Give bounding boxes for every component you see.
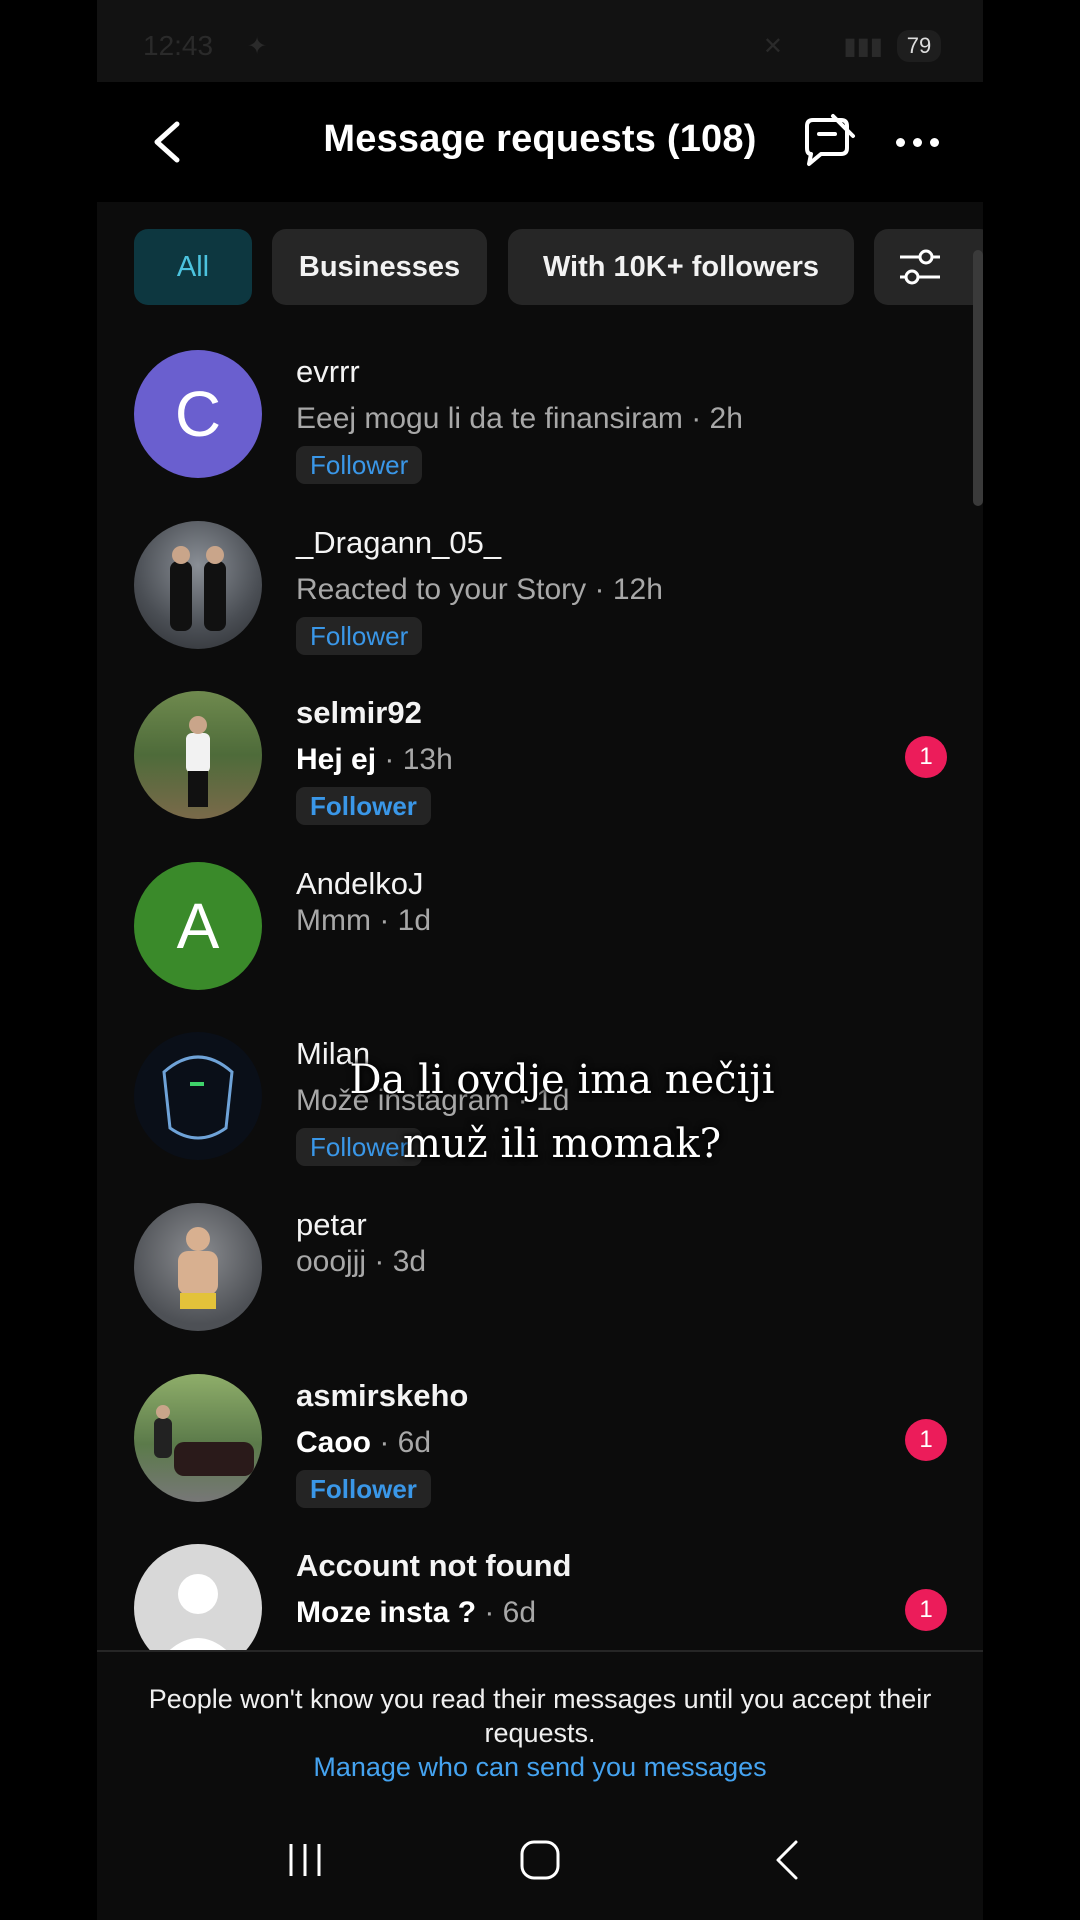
avatar[interactable] <box>134 1544 262 1650</box>
request-row[interactable]: selmir92 Hej ej · 13h Follower 1 <box>97 685 983 855</box>
system-back-button[interactable] <box>757 1830 817 1890</box>
message-time: · 13h <box>384 743 453 776</box>
avatar-photo-icon <box>178 1227 218 1309</box>
avatar[interactable]: C <box>134 350 262 478</box>
battery-indicator: 79 <box>897 30 941 62</box>
username: selmir92 <box>296 695 422 730</box>
filter-bar: All Businesses With 10K+ followers <box>97 202 983 328</box>
username: asmirskeho <box>296 1378 469 1413</box>
avatar-photo-icon <box>186 716 210 807</box>
avatar-photo-icon <box>170 546 226 631</box>
message-text: Caoo <box>296 1426 371 1459</box>
requests-footer: People won't know you read their message… <box>97 1650 983 1800</box>
filter-settings-button[interactable] <box>874 229 983 305</box>
username: petar <box>296 1207 367 1242</box>
message-text: Mmm <box>296 904 371 937</box>
message-preview: Eeej mogu li da te finansiram · 2h <box>296 402 743 436</box>
more-options-button[interactable] <box>887 112 947 172</box>
username: evrrr <box>296 354 360 389</box>
home-button[interactable] <box>510 1830 570 1890</box>
message-preview: Mmm · 1d <box>296 904 431 938</box>
message-preview: Hej ej · 13h <box>296 743 453 777</box>
message-preview: Reacted to your Story · 12h <box>296 573 663 607</box>
message-text: Reacted to your Story <box>296 573 587 606</box>
message-time: · 3d <box>374 1245 427 1278</box>
message-time: · 1d <box>379 904 432 937</box>
back-arrow-icon <box>776 1840 798 1880</box>
mute-icon: ✕ <box>762 33 783 60</box>
message-time: · 2h <box>691 402 743 435</box>
avatar[interactable] <box>134 691 262 819</box>
request-row[interactable]: C evrrr Eeej mogu li da te finansiram · … <box>97 344 983 514</box>
unread-count-badge: 1 <box>905 736 947 778</box>
phone-screen: 12:43 ✦ ✕ ▮▮▮ 79 Message requests (108) … <box>97 0 983 1920</box>
signal-icon: ▮▮▮ <box>843 33 883 60</box>
unread-count-badge: 1 <box>905 1419 947 1461</box>
request-row[interactable]: _Dragann_05_ Reacted to your Story · 12h… <box>97 515 983 685</box>
follower-badge: Follower <box>296 787 431 825</box>
system-navigation-bar <box>97 1800 983 1920</box>
message-time: · 6d <box>484 1596 537 1629</box>
unread-count-badge: 1 <box>905 1589 947 1631</box>
message-time: · 6d <box>379 1426 432 1459</box>
message-preview: Caoo · 6d <box>296 1426 431 1460</box>
username: Account not found <box>296 1548 572 1583</box>
follower-badge: Follower <box>296 1470 431 1508</box>
home-icon <box>520 1840 560 1880</box>
avatar[interactable] <box>134 521 262 649</box>
message-preview: Moze insta ? · 6d <box>296 1596 536 1630</box>
request-row[interactable]: petar ooojjj · 3d <box>97 1197 983 1367</box>
message-text: Moze insta ? <box>296 1596 477 1629</box>
message-request-list: C evrrr Eeej mogu li da te finansiram · … <box>97 344 983 1650</box>
avatar[interactable] <box>134 1203 262 1331</box>
top-app-bar: Message requests (108) <box>97 82 983 202</box>
chat-controls-button[interactable] <box>797 112 857 172</box>
chat-bubble-off-icon <box>805 114 855 166</box>
more-dot-icon <box>929 137 939 147</box>
request-row[interactable]: A AndelkoJ Mmm · 1d <box>97 856 983 1026</box>
status-bar: 12:43 ✦ ✕ ▮▮▮ 79 <box>97 0 983 82</box>
avatar[interactable] <box>134 1032 262 1160</box>
recents-icon <box>289 1844 321 1876</box>
request-row[interactable]: asmirskeho Caoo · 6d Follower 1 <box>97 1368 983 1538</box>
manage-messages-link[interactable]: Manage who can send you messages <box>97 1752 983 1783</box>
avatar-photo-icon <box>162 1055 234 1140</box>
username: _Dragann_05_ <box>296 525 502 560</box>
avatar[interactable]: A <box>134 862 262 990</box>
username: AndelkoJ <box>296 866 424 901</box>
more-dot-icon <box>912 137 922 147</box>
message-preview: ooojjj · 3d <box>296 1245 426 1279</box>
video-caption-overlay: Da li ovdje ima nečiji muž ili momak? <box>349 1057 775 1167</box>
recent-apps-button[interactable] <box>275 1830 335 1890</box>
follower-badge: Follower <box>296 446 423 484</box>
filter-chip-all[interactable]: All <box>134 229 252 305</box>
message-time: · 12h <box>594 573 663 606</box>
message-text: Hej ej <box>296 743 377 776</box>
more-dot-icon <box>895 137 905 147</box>
notification-icon: ✦ <box>247 33 268 60</box>
filter-chip-10k-followers[interactable]: With 10K+ followers <box>508 229 854 305</box>
avatar[interactable] <box>134 1374 262 1502</box>
filter-chip-businesses[interactable]: Businesses <box>272 229 487 305</box>
sliders-icon <box>900 249 940 285</box>
status-time: 12:43 <box>143 30 214 61</box>
default-user-icon <box>169 1574 227 1650</box>
message-text: ooojjj <box>296 1245 367 1278</box>
follower-badge: Follower <box>296 617 423 655</box>
avatar-photo-icon <box>154 1405 254 1476</box>
message-text: Eeej mogu li da te finansiram <box>296 402 683 435</box>
request-row[interactable]: Account not found Moze insta ? · 6d 1 <box>97 1538 983 1650</box>
footer-notice: People won't know you read their message… <box>148 1684 932 1748</box>
